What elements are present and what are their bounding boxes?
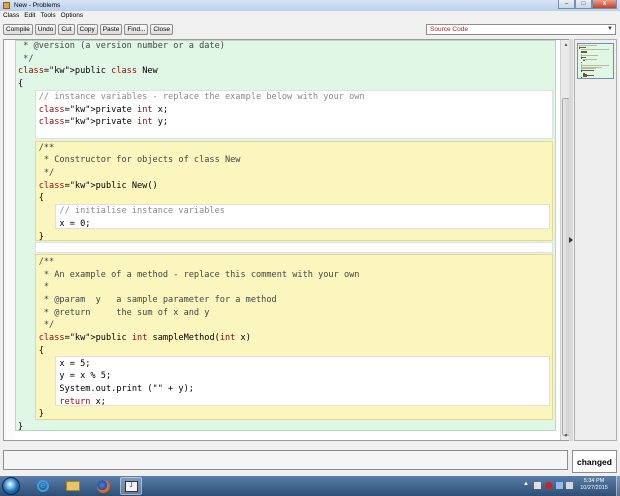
- code-line[interactable]: class="kw">private int x;: [18, 104, 168, 117]
- compile-button[interactable]: Compile: [3, 24, 33, 35]
- tray-antivirus-icon[interactable]: [545, 482, 552, 489]
- clock-time: 5:34 PM: [583, 478, 605, 484]
- system-clock[interactable]: 5:34 PM 10/27/2015: [574, 478, 614, 492]
- tray-network-icon[interactable]: [556, 482, 563, 489]
- menu-tools[interactable]: Tools: [40, 12, 55, 19]
- bluej-app-icon: [3, 2, 10, 9]
- code-line[interactable]: {: [18, 78, 23, 91]
- code-line[interactable]: * @param y a sample parameter for a meth…: [18, 294, 277, 307]
- minimize-button[interactable]: –: [558, 0, 575, 9]
- code-line[interactable]: /**: [18, 142, 55, 155]
- code-line[interactable]: /**: [18, 256, 55, 269]
- code-line[interactable]: System.out.print ("" + y);: [18, 383, 194, 396]
- code-line[interactable]: return x;: [18, 396, 106, 409]
- code-line[interactable]: class="kw">public New(): [18, 180, 158, 193]
- navview-line-mark: [580, 57, 587, 58]
- expand-arrow-icon: [569, 237, 573, 243]
- menu-options[interactable]: Options: [61, 12, 83, 19]
- source-editor[interactable]: * @version (a version number or a date) …: [3, 39, 570, 441]
- taskbar-ie[interactable]: e: [32, 477, 54, 495]
- code-line[interactable]: // instance variables - replace the exam…: [18, 91, 365, 104]
- code-line[interactable]: class="kw">private int y;: [18, 116, 168, 129]
- code-line[interactable]: }: [18, 408, 44, 421]
- tray-arrow-icon[interactable]: ▲: [523, 481, 530, 488]
- code-line[interactable]: x = 5;: [18, 358, 90, 371]
- code-line[interactable]: * Constructor for objects of class New: [18, 154, 241, 167]
- view-mode-value: Source Code: [430, 26, 468, 33]
- paste-button[interactable]: Paste: [99, 24, 123, 35]
- firefox-icon: [96, 479, 110, 493]
- code-line[interactable]: // initialise instance variables: [18, 205, 225, 218]
- code-line[interactable]: *: [18, 281, 49, 294]
- code-line[interactable]: class="kw">public int sampleMethod(int x…: [18, 332, 251, 345]
- undo-button[interactable]: Undo: [34, 24, 57, 35]
- folder-icon: [66, 481, 80, 491]
- navview-line-mark: [579, 45, 597, 46]
- cut-button[interactable]: Cut: [58, 24, 75, 35]
- taskbar-explorer[interactable]: [62, 477, 84, 495]
- navigation-view[interactable]: [574, 39, 617, 441]
- navview-line-mark: [579, 47, 587, 48]
- window-title: New - Problems: [14, 2, 61, 9]
- code-line[interactable]: }: [18, 421, 23, 434]
- code-line[interactable]: */: [18, 167, 54, 180]
- code-line[interactable]: x = 0;: [18, 218, 90, 231]
- copy-button[interactable]: Copy: [76, 24, 98, 35]
- find-button[interactable]: Find...: [124, 24, 149, 35]
- tray-flag-icon[interactable]: [534, 482, 541, 489]
- status-bar: [3, 450, 568, 470]
- method-body-scope: [55, 356, 550, 406]
- changed-indicator: changed: [572, 450, 617, 473]
- code-line[interactable]: */: [18, 53, 33, 66]
- navview-line-mark: [582, 75, 587, 77]
- taskbar-firefox[interactable]: [92, 477, 114, 495]
- navview-line-mark: [581, 64, 609, 66]
- maximize-button[interactable]: □: [575, 0, 592, 9]
- close-button[interactable]: Close: [150, 24, 174, 35]
- code-line[interactable]: y = x % 5;: [18, 370, 111, 383]
- menu-edit[interactable]: Edit: [24, 12, 35, 19]
- menu-bar: Class Edit Tools Options: [0, 11, 620, 20]
- bluej-icon: J: [124, 480, 138, 492]
- navview-line-mark: [581, 54, 599, 56]
- code-line[interactable]: */: [18, 319, 54, 332]
- blank-separator-scope: [35, 242, 553, 253]
- navview-toggle[interactable]: [569, 39, 573, 441]
- code-line[interactable]: {: [18, 345, 44, 358]
- window-controls: – □ x: [558, 0, 617, 9]
- code-line[interactable]: }: [18, 231, 44, 244]
- start-button[interactable]: [2, 477, 20, 495]
- code-line[interactable]: * @return the sum of x and y: [18, 307, 210, 320]
- view-mode-select[interactable]: Source Code ▼: [426, 24, 616, 35]
- code-area[interactable]: * @version (a version number or a date) …: [15, 40, 559, 440]
- code-line[interactable]: * An example of a method - replace this …: [18, 269, 360, 282]
- navview-line-mark: [580, 51, 588, 53]
- menu-class[interactable]: Class: [3, 12, 19, 19]
- close-window-button[interactable]: x: [592, 0, 617, 9]
- taskbar-bluej[interactable]: J: [120, 477, 142, 495]
- title-bar: New - Problems – □ x: [0, 0, 620, 11]
- code-line[interactable]: * @version (a version number or a date): [18, 40, 225, 53]
- code-line[interactable]: class="kw">public class New: [18, 65, 158, 78]
- navview-viewport[interactable]: [577, 43, 614, 79]
- line-gutter: [4, 40, 15, 440]
- navview-line-mark: [580, 70, 595, 71]
- tray-volume-icon[interactable]: [566, 482, 573, 489]
- code-line[interactable]: {: [18, 192, 44, 205]
- show-desktop-button[interactable]: [616, 476, 620, 496]
- internet-explorer-icon: e: [37, 480, 49, 492]
- navview-line-mark: [581, 68, 596, 69]
- dropdown-arrow-icon: ▼: [607, 26, 613, 32]
- navview-line-mark: [582, 60, 586, 62]
- clock-date: 10/27/2015: [580, 485, 608, 491]
